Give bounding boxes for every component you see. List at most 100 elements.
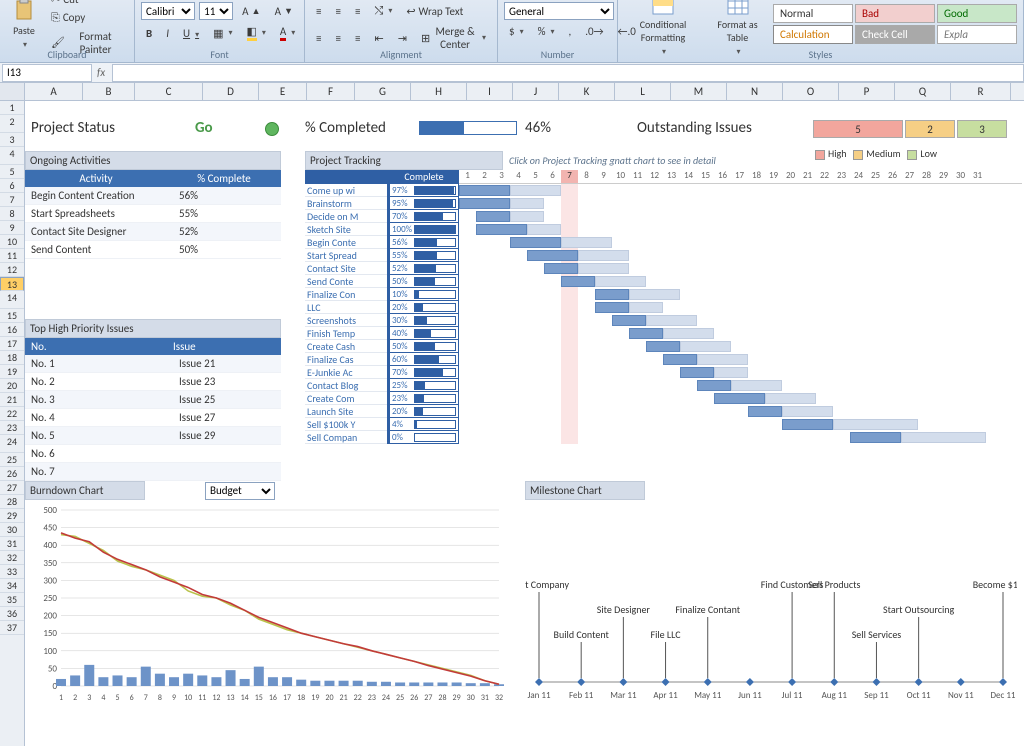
row-header[interactable]: 29 bbox=[0, 509, 24, 523]
indent-increase-button[interactable]: ⇥ bbox=[393, 30, 412, 47]
table-row[interactable]: No. 2Issue 23 bbox=[25, 373, 281, 391]
row-header[interactable]: 24 bbox=[0, 435, 24, 453]
gantt-task-label[interactable]: Send Conte bbox=[305, 275, 387, 288]
column-header[interactable]: P bbox=[839, 83, 895, 100]
column-header[interactable]: K bbox=[559, 83, 615, 100]
increase-decimal-button[interactable]: .0→ bbox=[580, 23, 608, 40]
row-header[interactable]: 17 bbox=[0, 337, 24, 351]
row-header[interactable]: 7 bbox=[0, 193, 24, 207]
row-header[interactable]: 31 bbox=[0, 537, 24, 551]
orientation-button[interactable]: ⤭ bbox=[370, 2, 398, 20]
underline-button[interactable]: U bbox=[178, 25, 204, 42]
font-color-button[interactable]: A bbox=[275, 23, 300, 43]
table-row[interactable]: Contact Site Designer52% bbox=[25, 223, 281, 241]
gantt-task-label[interactable]: Finalize Cas bbox=[305, 353, 387, 366]
burndown-chart[interactable]: 5004504003503002502001501005001234567891… bbox=[25, 504, 505, 704]
row-header[interactable]: 3 bbox=[0, 133, 24, 147]
row-header[interactable]: 19 bbox=[0, 365, 24, 379]
column-header[interactable]: N bbox=[727, 83, 783, 100]
gantt-task-label[interactable]: Screenshots bbox=[305, 314, 387, 327]
style-explanatory[interactable]: Expla bbox=[937, 25, 1017, 44]
row-header[interactable]: 5 bbox=[0, 165, 24, 179]
font-name-select[interactable]: Calibri bbox=[141, 2, 195, 20]
gantt-task-label[interactable]: Brainstorm bbox=[305, 197, 387, 210]
fill-color-button[interactable]: ◧ bbox=[242, 23, 271, 43]
row-header[interactable]: 12 bbox=[0, 263, 24, 277]
row-header[interactable]: 34 bbox=[0, 579, 24, 593]
style-bad[interactable]: Bad bbox=[855, 4, 935, 23]
gantt-task-label[interactable]: E-Junkie Ac bbox=[305, 366, 387, 379]
row-header[interactable]: 13 bbox=[0, 277, 24, 291]
column-header[interactable]: Q bbox=[895, 83, 951, 100]
column-header[interactable]: O bbox=[783, 83, 839, 100]
column-header[interactable]: I bbox=[467, 83, 513, 100]
table-row[interactable]: Begin Content Creation56% bbox=[25, 187, 281, 205]
number-format-select[interactable]: General bbox=[504, 2, 614, 20]
table-row[interactable]: Start Spreadsheets55% bbox=[25, 205, 281, 223]
wrap-text-button[interactable]: ↩Wrap Text bbox=[401, 3, 468, 20]
gantt-task-label[interactable]: Begin Conte bbox=[305, 236, 387, 249]
gantt-chart[interactable]: Complete 1234567891011121314151617181920… bbox=[305, 170, 1022, 444]
grow-font-button[interactable]: A▲ bbox=[237, 3, 265, 20]
row-header[interactable]: 6 bbox=[0, 179, 24, 193]
row-header[interactable]: 22 bbox=[0, 407, 24, 421]
column-header[interactable]: H bbox=[411, 83, 467, 100]
row-header[interactable]: 4 bbox=[0, 147, 24, 165]
align-bottom-button[interactable]: ≡ bbox=[350, 3, 365, 20]
row-header[interactable]: 16 bbox=[0, 323, 24, 337]
row-header[interactable]: 27 bbox=[0, 481, 24, 495]
table-row[interactable]: No. 6 bbox=[25, 445, 281, 463]
row-header[interactable]: 36 bbox=[0, 607, 24, 621]
style-normal[interactable]: Normal bbox=[773, 4, 853, 23]
align-left-button[interactable]: ≡ bbox=[311, 30, 326, 47]
column-header[interactable]: J bbox=[513, 83, 559, 100]
row-header[interactable]: 11 bbox=[0, 249, 24, 263]
row-header[interactable]: 37 bbox=[0, 621, 24, 635]
row-header[interactable]: 32 bbox=[0, 551, 24, 565]
gantt-task-label[interactable]: Create Cash bbox=[305, 340, 387, 353]
milestone-chart[interactable]: Jan 11Feb 11Mar 11Apr 11May 11Jun 11Jul … bbox=[525, 504, 1017, 704]
row-header[interactable]: 9 bbox=[0, 221, 24, 235]
gantt-task-label[interactable]: Decide on M bbox=[305, 210, 387, 223]
table-row[interactable]: No. 7 bbox=[25, 463, 281, 481]
row-header[interactable]: 35 bbox=[0, 593, 24, 607]
paste-button[interactable]: Paste bbox=[6, 0, 42, 52]
table-row[interactable]: No. 3Issue 25 bbox=[25, 391, 281, 409]
row-header[interactable]: 2 bbox=[0, 115, 24, 133]
row-header[interactable]: 8 bbox=[0, 207, 24, 221]
borders-button[interactable]: ▦ bbox=[208, 25, 237, 42]
column-header[interactable]: F bbox=[307, 83, 355, 100]
gantt-task-label[interactable]: Launch Site bbox=[305, 405, 387, 418]
italic-button[interactable]: I bbox=[161, 25, 174, 42]
column-header[interactable]: A bbox=[25, 83, 83, 100]
percent-button[interactable]: % bbox=[533, 23, 560, 40]
column-header[interactable]: L bbox=[615, 83, 671, 100]
select-all-corner[interactable] bbox=[0, 83, 25, 100]
gantt-task-label[interactable]: Finalize Con bbox=[305, 288, 387, 301]
align-middle-button[interactable]: ≡ bbox=[331, 3, 346, 20]
column-header[interactable]: G bbox=[355, 83, 411, 100]
gantt-task-label[interactable]: Contact Blog bbox=[305, 379, 387, 392]
comma-button[interactable]: , bbox=[563, 23, 576, 40]
row-header[interactable]: 28 bbox=[0, 495, 24, 509]
style-check-cell[interactable]: Check Cell bbox=[855, 25, 935, 44]
row-header[interactable]: 33 bbox=[0, 565, 24, 579]
font-size-select[interactable]: 11 bbox=[199, 2, 233, 20]
row-header[interactable]: 26 bbox=[0, 467, 24, 481]
row-header[interactable]: 23 bbox=[0, 421, 24, 435]
copy-button[interactable]: ⎘Copy bbox=[46, 9, 128, 27]
column-header[interactable]: C bbox=[135, 83, 203, 100]
fx-icon[interactable]: fx bbox=[92, 66, 110, 79]
row-header[interactable]: 21 bbox=[0, 393, 24, 407]
gantt-task-label[interactable]: Sketch Site bbox=[305, 223, 387, 236]
formula-input[interactable] bbox=[112, 64, 1024, 82]
gantt-task-label[interactable]: Contact Site bbox=[305, 262, 387, 275]
table-row[interactable]: No. 1Issue 21 bbox=[25, 355, 281, 373]
worksheet[interactable]: Project Status Go % Completed 46% Outsta… bbox=[25, 101, 1024, 746]
gantt-task-label[interactable]: Sell $100k Y bbox=[305, 418, 387, 431]
row-header[interactable]: 10 bbox=[0, 235, 24, 249]
column-header[interactable]: D bbox=[203, 83, 259, 100]
currency-button[interactable]: $ bbox=[504, 23, 529, 40]
bold-button[interactable]: B bbox=[141, 25, 157, 42]
row-header[interactable]: 20 bbox=[0, 379, 24, 393]
